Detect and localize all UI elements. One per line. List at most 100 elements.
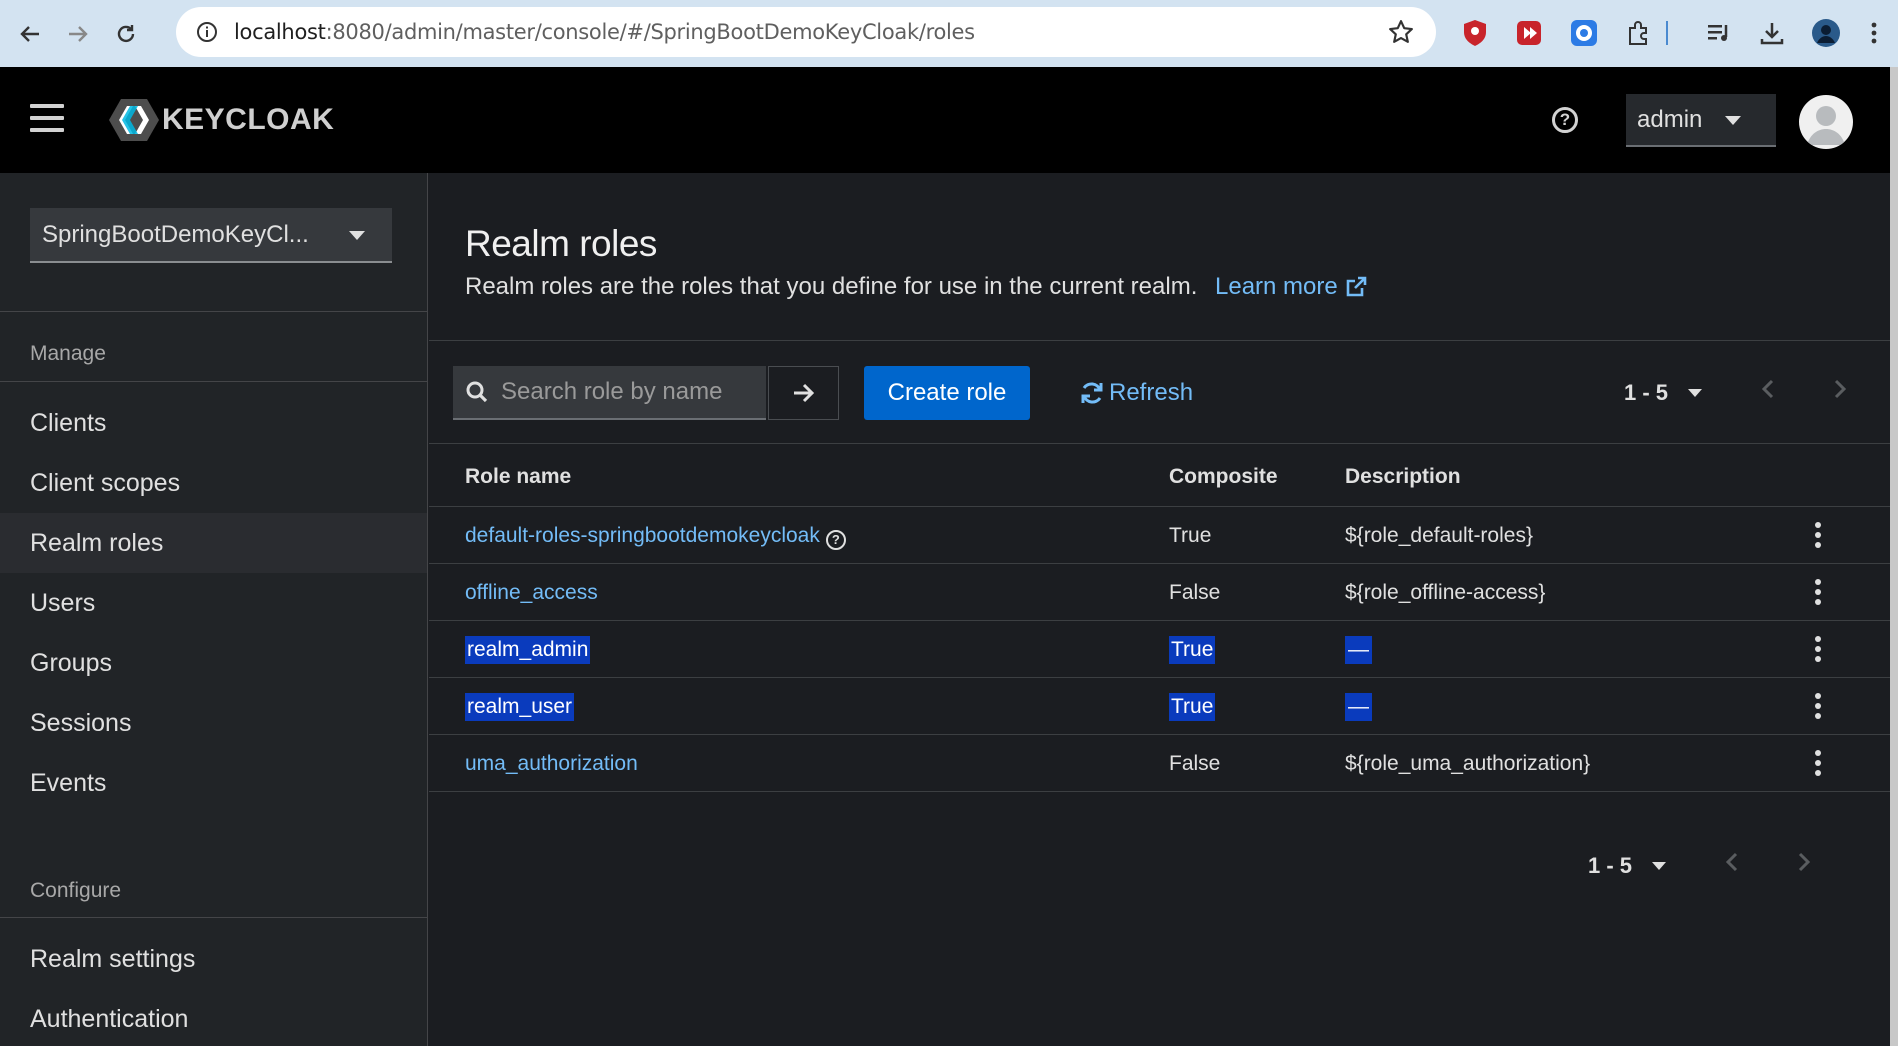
role-link[interactable]: uma_authorization <box>465 752 638 776</box>
pagination-bottom: 1 - 5 <box>1588 853 1667 879</box>
address-bar[interactable]: localhost:8080/admin/master/console/#/Sp… <box>176 7 1436 57</box>
bookmark-star-icon[interactable] <box>1388 19 1414 50</box>
sidebar-item-authentication[interactable]: Authentication <box>0 989 427 1046</box>
sidebar-item-client-scopes[interactable]: Client scopes <box>0 453 427 513</box>
download-icon[interactable] <box>1753 14 1791 52</box>
refresh-icon <box>1081 382 1103 404</box>
sidebar-item-sessions[interactable]: Sessions <box>0 693 427 753</box>
extensions-puzzle-icon[interactable] <box>1620 14 1658 52</box>
kebab-menu-icon[interactable] <box>1813 636 1823 662</box>
url-text: localhost:8080/admin/master/console/#/Sp… <box>234 20 975 44</box>
media-queue-icon[interactable] <box>1700 14 1738 52</box>
help-icon[interactable]: ? <box>1552 107 1578 133</box>
realm-selector[interactable]: SpringBootDemoKeyCl... <box>30 208 392 263</box>
description-value: ${role_offline-access} <box>1345 581 1546 604</box>
column-header-role-name[interactable]: Role name <box>465 465 571 489</box>
table-row: realm_admin True — <box>429 621 1890 678</box>
sidebar-item-clients[interactable]: Clients <box>0 393 427 453</box>
chevron-down-icon[interactable] <box>1688 389 1703 397</box>
refresh-label: Refresh <box>1109 379 1194 406</box>
kebab-menu-icon[interactable] <box>1813 579 1823 605</box>
external-link-icon <box>1346 276 1367 297</box>
user-name: admin <box>1637 105 1703 133</box>
page-scrollbar[interactable] <box>1890 67 1898 1046</box>
column-header-description: Description <box>1345 465 1461 488</box>
pagination-next-bottom[interactable] <box>1797 851 1811 873</box>
app-header: KEYCLOAK ? admin <box>0 67 1890 173</box>
media-extension-icon[interactable] <box>1510 14 1548 52</box>
chevron-down-icon[interactable] <box>1652 862 1667 870</box>
role-link[interactable]: realm_user <box>465 693 575 721</box>
sidebar-item-realm-settings[interactable]: Realm settings <box>0 929 427 989</box>
composite-value: True <box>1169 693 1216 721</box>
chevron-right-icon <box>1834 379 1847 399</box>
role-link[interactable]: realm_admin <box>465 636 591 664</box>
shield-extension-icon[interactable] <box>1456 14 1494 52</box>
chevron-down-icon <box>1725 116 1741 125</box>
kebab-menu-icon[interactable] <box>1813 522 1823 548</box>
user-dropdown[interactable]: admin <box>1626 94 1776 147</box>
site-info-icon[interactable] <box>192 21 222 43</box>
search-submit-button[interactable] <box>768 366 839 420</box>
search-input[interactable] <box>501 378 751 406</box>
table-row: offline_access False ${role_offline-acce… <box>429 564 1890 621</box>
hamburger-menu-icon[interactable] <box>30 104 64 134</box>
pagination-range[interactable]: 1 - 5 <box>1624 380 1668 406</box>
divider <box>0 917 428 918</box>
description-value: — <box>1345 636 1372 664</box>
page-title: Realm roles <box>465 223 657 264</box>
forward-icon[interactable] <box>58 14 98 54</box>
divider <box>429 443 1890 444</box>
kebab-menu-icon[interactable] <box>1813 750 1823 776</box>
keycloak-hexagon-icon <box>109 99 159 141</box>
divider <box>0 311 428 312</box>
divider <box>429 340 1890 341</box>
table-row: realm_user True — <box>429 678 1890 735</box>
role-name: default-roles-springbootdemokeycloak <box>465 524 820 547</box>
chevron-left-icon <box>1761 379 1774 399</box>
pagination-top: 1 - 5 <box>1624 380 1703 406</box>
sidebar-item-users[interactable]: Users <box>0 573 427 633</box>
page-description: Realm roles are the roles that you defin… <box>465 273 1198 300</box>
chevron-down-icon <box>349 231 365 240</box>
nav-group-manage: Manage <box>30 342 106 365</box>
sidebar-item-groups[interactable]: Groups <box>0 633 427 693</box>
keycloak-logo[interactable]: KEYCLOAK <box>108 97 334 143</box>
nav-group-configure: Configure <box>30 879 122 902</box>
back-icon[interactable] <box>10 14 50 54</box>
description-value: ${role_default-roles} <box>1345 524 1533 547</box>
composite-value: True <box>1169 524 1212 547</box>
chevron-right-icon <box>1798 852 1811 872</box>
learn-more-link[interactable]: Learn more <box>1215 273 1368 301</box>
description-value: — <box>1345 693 1372 721</box>
reload-icon[interactable] <box>106 14 146 54</box>
pagination-prev-top[interactable] <box>1761 378 1775 400</box>
profile-icon[interactable] <box>1807 14 1845 52</box>
pagination-range[interactable]: 1 - 5 <box>1588 853 1632 879</box>
arrow-right-icon <box>793 383 814 403</box>
sidebar: SpringBootDemoKeyCl... Manage Clients Cl… <box>0 173 428 1046</box>
column-header-composite: Composite <box>1169 465 1278 488</box>
logo-text: KEYCLOAK <box>162 103 335 136</box>
search-field[interactable] <box>453 366 766 420</box>
divider <box>0 381 428 382</box>
help-icon[interactable]: ? <box>825 529 846 550</box>
browser-menu-icon[interactable] <box>1864 14 1884 52</box>
sidebar-item-realm-roles[interactable]: Realm roles <box>0 513 427 573</box>
pagination-prev-bottom[interactable] <box>1725 851 1739 873</box>
avatar[interactable] <box>1799 95 1853 149</box>
pagination-next-top[interactable] <box>1833 378 1847 400</box>
blue-extension-icon[interactable] <box>1565 14 1603 52</box>
kebab-menu-icon[interactable] <box>1813 693 1823 719</box>
role-link[interactable]: default-roles-springbootdemokeycloak? <box>465 524 846 550</box>
description-value: ${role_uma_authorization} <box>1345 752 1591 775</box>
chevron-left-icon <box>1725 852 1738 872</box>
toolbar-divider <box>1662 14 1672 52</box>
role-link[interactable]: offline_access <box>465 581 598 605</box>
sidebar-item-events[interactable]: Events <box>0 753 427 813</box>
learn-more-label: Learn more <box>1215 273 1338 300</box>
search-icon <box>466 381 488 403</box>
refresh-button[interactable]: Refresh <box>1079 373 1193 413</box>
main-content: Realm roles Realm roles are the roles th… <box>429 173 1890 1046</box>
create-role-button[interactable]: Create role <box>864 366 1030 420</box>
